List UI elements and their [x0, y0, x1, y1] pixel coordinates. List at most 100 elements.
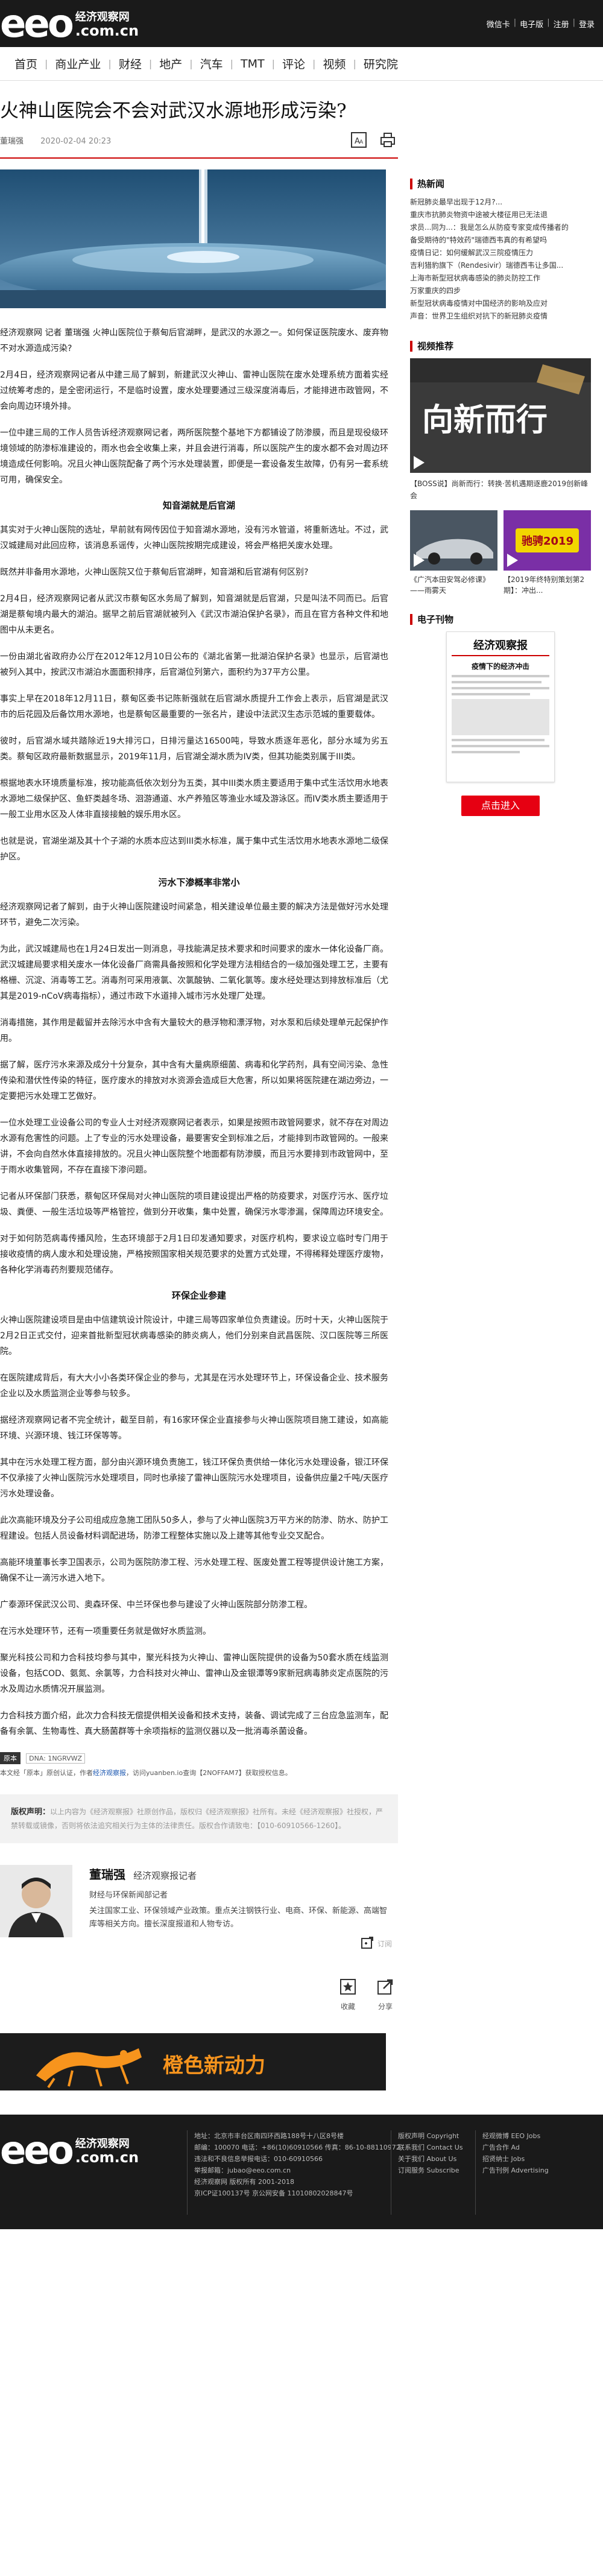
- video-small-item[interactable]: 驰骋2019 【2019年终特别策划第2期】：冲出...: [504, 510, 591, 596]
- hot-news-item[interactable]: 声音：世界卫生组织对抗下的新冠肺炎疫情: [410, 310, 591, 323]
- topbar-link-wechat[interactable]: 微信卡: [487, 18, 510, 30]
- originality-badge: 原本: [0, 1752, 21, 1764]
- footer-link[interactable]: 经观微博 EEO Jobs: [482, 2130, 549, 2142]
- hot-news-item[interactable]: 求员...同为...：我是怎么从防疫专家变成传播者的: [410, 221, 591, 234]
- article-hero-image: [0, 169, 386, 308]
- video-section-title: 视频推荐: [417, 341, 454, 352]
- article-paragraph: 2月4日，经济观察网记者从武汉市蔡甸区水务局了解到，知音湖就是后官湖，只是叫法不…: [0, 594, 388, 635]
- epaper-title: 电子刊物: [417, 614, 454, 625]
- nav-video[interactable]: 视频: [315, 55, 353, 72]
- play-icon: [414, 554, 425, 567]
- video-main-caption[interactable]: 【BOSS说】尚新而行：转换·苦机遇期逐鹿2019创新峰会: [410, 478, 591, 502]
- hot-news-item[interactable]: 备受期待的"特效药"瑞德西韦真的有希望吗: [410, 234, 591, 247]
- video-small-thumb: 驰骋2019: [504, 510, 591, 571]
- article-paragraph: 力合科技方面介绍，此次力合科技无偿提供相关设备和技术支持，装备、调试完成了三台应…: [0, 1711, 388, 1736]
- author-desk: 财经与环保新闻部记者: [89, 1891, 168, 1900]
- subscribe-button[interactable]: 订阅: [377, 1938, 392, 1949]
- logo-domain-text: .com.cn: [75, 22, 139, 39]
- footer-contact-line: 邮编：100070 电话：+86(10)60910566 传真：86-10-88…: [194, 2144, 400, 2151]
- nav-realestate[interactable]: 地产: [152, 55, 189, 72]
- footer-link[interactable]: 订阅服务 Subscribe: [398, 2165, 463, 2176]
- footer-contact-line: 经济观察网 版权所有 2001-2018: [194, 2178, 294, 2186]
- print-icon[interactable]: [379, 131, 397, 149]
- hot-news-item[interactable]: 疫情日记：如何缓解武汉三院疫情压力: [410, 247, 591, 259]
- footer-link[interactable]: 招贤纳士 Jobs: [482, 2153, 549, 2165]
- hot-news-item[interactable]: 上海市新型冠状病毒感染的肺炎防控工作: [410, 272, 591, 285]
- hot-news-title: 热新闻: [417, 179, 445, 189]
- article-paragraph: 经济观察网 记者 董瑞强 火神山医院位于蔡甸后官湖畔，是武汉的水源之一。如何保证…: [0, 328, 388, 353]
- nav-auto[interactable]: 汽车: [193, 55, 230, 72]
- topbar-link-epaper[interactable]: 电子版: [520, 18, 543, 30]
- video-small-item[interactable]: 《广汽本田安驾必修课》——雨雾天: [410, 510, 497, 596]
- footer-link[interactable]: 版权声明 Copyright: [398, 2130, 463, 2142]
- footer-link[interactable]: 联系我们 Contact Us: [398, 2142, 463, 2153]
- article-paragraph: 火神山医院建设项目是由中信建筑设计院设计，中建三局等四家单位负责建设。历时十天，…: [0, 1315, 388, 1356]
- sidebar: 热新闻 新冠肺炎最早出现于12月?... 重庆市抗肺炎物资中途被大楼征用已无法退求…: [410, 81, 591, 2090]
- main-nav: 首页 | 商业产业 | 财经 | 地产 | 汽车 | TMT | 评论 | 视频 | 研究院: [0, 47, 603, 81]
- top-bar: eeo 经济观察网 .com.cn 微信卡 | 电子版 | 注册 | 登录: [0, 0, 603, 47]
- article-column: 火神山医院会不会对武汉水源地形成污染? 董瑞强 2020-02-04 20:23…: [0, 81, 398, 2090]
- topbar-link-register[interactable]: 注册: [554, 18, 569, 30]
- copyright-notice: 版权声明：以上内容为《经济观察报》社原创作品，版权归《经济观察报》社所有。未经《…: [0, 1794, 398, 1843]
- section-heading: 环保企业参建: [171, 1290, 226, 1301]
- font-size-icon[interactable]: AA: [350, 131, 368, 149]
- footer-contact: 地址：北京市丰台区南四环西路188号十八区8号楼 邮编：100070 电话：+86…: [194, 2130, 400, 2199]
- footer-contact-line: 举报邮箱：jubao@eeo.com.cn: [194, 2166, 291, 2174]
- article-paragraph: 为此，武汉城建局也在1月24日发出一则消息，寻找能满足技术要求和时间要求的废水一…: [0, 945, 388, 1001]
- originality-author-link[interactable]: 经济观察报: [93, 1769, 126, 1777]
- video-section: 视频推荐 向新而行 【BOSS说】尚新而行：转换·苦机遇期逐鹿2019创新峰会: [410, 340, 591, 596]
- section-heading: 污水下渗概率非常小: [158, 877, 240, 888]
- hot-news-list: 新冠肺炎最早出现于12月?... 重庆市抗肺炎物资中途被大楼征用已无法退 求员...…: [410, 196, 591, 323]
- hot-news-item[interactable]: 万家重庆的四步: [410, 285, 591, 297]
- nav-finance[interactable]: 财经: [112, 55, 149, 72]
- author-role: 经济观察报记者: [133, 1870, 197, 1881]
- author-card: 董瑞强 经济观察报记者 财经与环保新闻部记者 关注国家工业、环保领域产业政策。重…: [0, 1865, 398, 1951]
- article-paragraph: 经济观察网记者了解到，由于火神山医院建设时间紧急，相关建设单位最主要的解决方法是…: [0, 902, 388, 928]
- article-paragraph: 高能环境董事长李卫国表示，公司为医院防渗工程、污水处理工程、医废处置工程等提供设…: [0, 1558, 388, 1583]
- nav-tmt[interactable]: TMT: [233, 57, 272, 71]
- article-paragraph: 根据地表水环境质量标准，按功能高低依次划分为五类，其中III类水质主要适用于集中…: [0, 779, 388, 820]
- section-heading: 知音湖就是后官湖: [162, 500, 235, 511]
- ad-banner[interactable]: 橙色新动力: [0, 2033, 386, 2090]
- originality-block: 原本 DNA: 1NGRVWZ 本文经「原本」原创认证，作者经济观察报，访问yu…: [0, 1752, 398, 1777]
- article-paragraph: 据经济观察网记者不完全统计，截至目前，有16家环保企业直接参与火神山医院项目施工…: [0, 1416, 388, 1441]
- footer-link[interactable]: 广告合作 Ad: [482, 2142, 549, 2153]
- hot-news-item[interactable]: 新型冠状病毒疫情对中国经济的影响及应对: [410, 297, 591, 310]
- footer-link[interactable]: 广告刊例 Advertising: [482, 2165, 549, 2176]
- topbar-link-login[interactable]: 登录: [579, 18, 595, 30]
- dna-badge: DNA: 1NGRVWZ: [26, 1753, 86, 1764]
- epaper-enter-button[interactable]: 点击进入: [461, 796, 540, 816]
- video-main-thumb[interactable]: 向新而行: [410, 358, 591, 473]
- author-name[interactable]: 董瑞强: [89, 1867, 125, 1882]
- article-paragraph: 对于如何防范病毒传播风险，生态环境部于2月1日印发通知要求，对医疗机构，要求设立…: [0, 1234, 388, 1275]
- article-paragraph: 此次高能环境及分子公司组成应急施工团队50多人，参与了火神山医院3万平方米的防渗…: [0, 1516, 388, 1541]
- share-button[interactable]: 分享: [376, 1978, 394, 2011]
- article-meta: 董瑞强 2020-02-04 20:23 AA: [0, 131, 398, 149]
- footer-logo[interactable]: eeo 经济观察网 .com.cn: [0, 2131, 139, 2170]
- footer-contact-line: 京ICP证100137号 京公网安备 11010802028847号: [194, 2189, 353, 2197]
- site-logo[interactable]: eeo 经济观察网 .com.cn: [0, 5, 139, 43]
- svg-text:A: A: [359, 139, 364, 145]
- nav-opinion[interactable]: 评论: [275, 55, 312, 72]
- video-small-caption: 《广汽本田安驾必修课》——雨雾天: [410, 575, 490, 595]
- nav-business[interactable]: 商业产业: [48, 55, 108, 72]
- video-main-overlay-text: 向新而行: [422, 402, 548, 438]
- epaper-cover[interactable]: 经济观察报 疫情下的经济冲击: [446, 631, 555, 782]
- author-bio: 关注国家工业、环保领域产业政策。重点关注钢铁行业、电商、环保、新能源、高端智库等…: [89, 1907, 388, 1929]
- hot-news-item[interactable]: 新冠肺炎最早出现于12月?...: [410, 196, 591, 209]
- article-paragraph: 彼时，后官湖水域共踏除近19大排污口，日排污量达16500吨，导致水质逐年恶化，…: [0, 736, 388, 762]
- article-paragraph: 事实上早在2018年12月11日，蔡甸区委书记陈新强就在后官湖水质提升工作会上表…: [0, 694, 388, 720]
- collect-button[interactable]: 收藏: [339, 1978, 357, 2011]
- footer-link[interactable]: 关于我们 About Us: [398, 2153, 463, 2165]
- hot-news-section: 热新闻 新冠肺炎最早出现于12月?... 重庆市抗肺炎物资中途被大楼征用已无法退求…: [410, 177, 591, 323]
- star-icon: [339, 1978, 357, 1998]
- author-avatar[interactable]: [0, 1865, 72, 1937]
- nav-research[interactable]: 研究院: [356, 55, 405, 72]
- nav-home[interactable]: 首页: [7, 55, 45, 72]
- subscribe-icon[interactable]: [361, 1936, 374, 1951]
- hot-news-item[interactable]: 重庆市抗肺炎物资中途被大楼征用已无法退: [410, 209, 591, 221]
- article-author-link[interactable]: 董瑞强: [0, 137, 24, 146]
- article-paragraph: 2月4日，经济观察网记者从中建三局了解到，新建武汉火神山、雷神山医院在废水处理系…: [0, 370, 388, 411]
- article-paragraph: 消毒措施，其作用是截留并去除污水中含有大量较大的悬浮物和漂浮物，对水泵和后续处理…: [0, 1018, 388, 1043]
- hot-news-item[interactable]: 吉利猎豹旗下（Rendesivir）瑞德西韦让多国...: [410, 259, 591, 272]
